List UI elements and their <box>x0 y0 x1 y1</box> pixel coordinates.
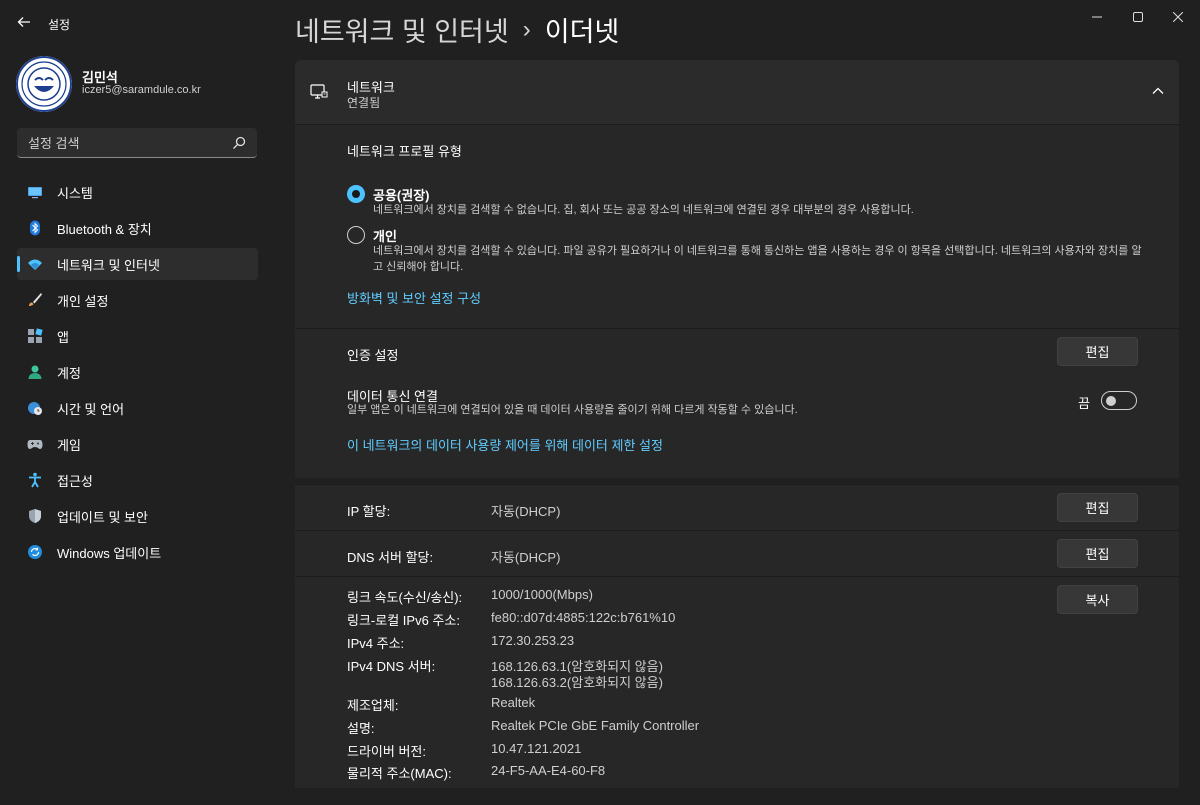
sidebar-item-personalization[interactable]: 개인 설정 <box>17 284 258 316</box>
sidebar-item-time-language[interactable]: 시간 및 언어 <box>17 392 258 424</box>
sidebar-item-label: 네트워크 및 인터넷 <box>57 257 160 273</box>
bluetooth-icon <box>27 220 43 236</box>
close-icon[interactable] <box>1158 6 1198 28</box>
wifi-icon <box>27 256 43 272</box>
properties-section: 복사 링크 속도(수신/송신): 1000/1000(Mbps) 링크-로컬 I… <box>295 576 1179 788</box>
prop-key: IPv4 주소: <box>347 636 405 651</box>
user-profile[interactable]: 김민석 iczer5@saramdule.co.kr <box>16 56 276 116</box>
ip-edit-button[interactable]: 편집 <box>1057 493 1138 522</box>
sidebar-item-label: 시간 및 언어 <box>57 401 125 417</box>
globe-clock-icon <box>27 400 43 416</box>
dns-label: DNS 서버 할당: <box>347 550 434 565</box>
sidebar-item-label: 앱 <box>57 329 69 345</box>
sidebar-item-gaming[interactable]: 게임 <box>17 428 258 460</box>
sidebar-item-label: Bluetooth & 장치 <box>57 221 152 237</box>
prop-key: 링크 속도(수신/송신): <box>347 590 463 605</box>
radio-private[interactable] <box>347 226 365 244</box>
back-arrow-icon[interactable] <box>10 10 38 34</box>
prop-value: 1000/1000(Mbps) <box>491 587 593 602</box>
settings-window: 설정 김민석 iczer5@saramdule.co.kr 설정 검색 시스템 … <box>0 0 1200 805</box>
dns-assignment-section: DNS 서버 할당: 자동(DHCP) 편집 <box>295 530 1179 576</box>
network-profile-section: 네트워크 프로필 유형 공용(권장) 네트워크에서 장치를 검색할 수 없습니다… <box>295 124 1179 328</box>
sidebar-item-label: 접근성 <box>57 473 93 489</box>
sidebar-item-apps[interactable]: 앱 <box>17 320 258 352</box>
sidebar-nav: 시스템 Bluetooth & 장치 네트워크 및 인터넷 개인 설정 앱 계정… <box>17 176 258 572</box>
auth-edit-button[interactable]: 편집 <box>1057 337 1138 366</box>
sidebar-item-update-security[interactable]: 업데이트 및 보안 <box>17 500 258 532</box>
minimize-icon[interactable] <box>1077 6 1117 28</box>
prop-value: Realtek <box>491 695 536 710</box>
auth-settings-section: 인증 설정 편집 <box>295 328 1179 374</box>
prop-key: 설명: <box>347 721 375 736</box>
app-title: 설정 <box>48 18 71 32</box>
sidebar-item-windows-update[interactable]: Windows 업데이트 <box>17 536 258 568</box>
prop-key: 링크-로컬 IPv6 주소: <box>347 613 460 628</box>
toggle-knob <box>1106 396 1116 406</box>
avatar <box>16 56 72 112</box>
sidebar-item-bluetooth[interactable]: Bluetooth & 장치 <box>17 212 258 244</box>
sidebar-item-label: 시스템 <box>57 185 93 201</box>
copy-button[interactable]: 복사 <box>1057 585 1138 614</box>
option-public-desc: 네트워크에서 장치를 검색할 수 없습니다. 집, 회사 또는 공공 장소의 네… <box>373 204 914 216</box>
sidebar-item-label: Windows 업데이트 <box>57 545 162 561</box>
prop-value: 10.47.121.2021 <box>491 741 582 756</box>
prop-value: 172.30.253.23 <box>491 633 575 648</box>
main-content: 네트워크 연결됨 네트워크 프로필 유형 공용(권장) 네트워크에서 장치를 검… <box>295 60 1179 788</box>
firewall-settings-link[interactable]: 방화벽 및 보안 설정 구성 <box>347 288 481 307</box>
sidebar-item-accessibility[interactable]: 접근성 <box>17 464 258 496</box>
data-limit-link[interactable]: 이 네트워크의 데이터 사용량 제어를 위해 데이터 제한 설정 <box>347 435 663 454</box>
prop-value: 24-F5-AA-E4-60-F8 <box>491 763 606 778</box>
search-input[interactable]: 설정 검색 <box>17 128 257 158</box>
system-display-icon <box>27 184 43 200</box>
radio-public[interactable] <box>347 185 365 203</box>
sidebar-item-network[interactable]: 네트워크 및 인터넷 <box>17 248 258 280</box>
profile-email: iczer5@saramdule.co.kr <box>82 84 201 96</box>
sidebar-item-label: 계정 <box>57 365 81 381</box>
ip-label: IP 할당: <box>347 504 391 519</box>
prop-key: 물리적 주소(MAC): <box>347 766 452 781</box>
sidebar-item-accounts[interactable]: 계정 <box>17 356 258 388</box>
ip-value: 자동(DHCP) <box>491 504 561 519</box>
breadcrumb-parent[interactable]: 네트워크 및 인터넷 <box>295 10 509 49</box>
sidebar-item-label: 게임 <box>57 437 81 453</box>
search-icon[interactable] <box>231 135 247 151</box>
breadcrumb-separator: › <box>522 15 531 43</box>
prop-key: 제조업체: <box>347 698 399 713</box>
dns-edit-button[interactable]: 편집 <box>1057 539 1138 568</box>
shield-icon <box>27 508 43 524</box>
accessibility-icon <box>27 472 43 488</box>
breadcrumb: 네트워크 및 인터넷 › 이더넷 <box>295 10 619 49</box>
metered-toggle[interactable] <box>1101 391 1137 410</box>
dns-value: 자동(DHCP) <box>491 550 561 565</box>
active-indicator <box>17 256 20 272</box>
metered-desc: 일부 앱은 이 네트워크에 연결되어 있을 때 데이터 사용량을 줄이기 위해 … <box>347 404 798 416</box>
metered-toggle-label: 끔 <box>1078 396 1090 411</box>
profile-type-heading: 네트워크 프로필 유형 <box>347 144 462 159</box>
prop-value-secondary: 168.126.63.2(암호화되지 않음) <box>491 675 663 690</box>
chevron-up-icon[interactable] <box>1151 84 1165 98</box>
option-private-desc: 네트워크에서 장치를 검색할 수 있습니다. 파일 공유가 필요하거나 이 네트… <box>373 245 1142 273</box>
page-title: 이더넷 <box>544 17 620 47</box>
ethernet-monitor-icon <box>310 83 328 101</box>
sidebar-item-label: 개인 설정 <box>57 293 109 309</box>
gamepad-icon <box>27 436 43 452</box>
search-placeholder: 설정 검색 <box>28 136 80 151</box>
prop-key: 드라이버 버전: <box>347 744 426 759</box>
sidebar-item-label: 업데이트 및 보안 <box>57 509 148 525</box>
maximize-icon[interactable] <box>1118 6 1158 28</box>
metered-connection-section: 데이터 통신 연결 일부 앱은 이 네트워크에 연결되어 있을 때 데이터 사용… <box>295 374 1179 478</box>
prop-key: IPv4 DNS 서버: <box>347 659 436 674</box>
network-status: 연결됨 <box>347 96 381 110</box>
apps-icon <box>27 328 43 344</box>
sidebar-item-system[interactable]: 시스템 <box>17 176 258 208</box>
prop-value: fe80::d07d:4885:122c:b761%10 <box>491 610 676 625</box>
auth-label: 인증 설정 <box>347 348 399 363</box>
prop-value: Realtek PCIe GbE Family Controller <box>491 718 700 733</box>
brush-icon <box>27 292 43 308</box>
network-header-card[interactable]: 네트워크 연결됨 <box>295 60 1179 124</box>
refresh-icon <box>27 544 43 560</box>
ip-assignment-section: IP 할당: 자동(DHCP) 편집 <box>295 484 1179 530</box>
person-icon <box>27 364 43 380</box>
